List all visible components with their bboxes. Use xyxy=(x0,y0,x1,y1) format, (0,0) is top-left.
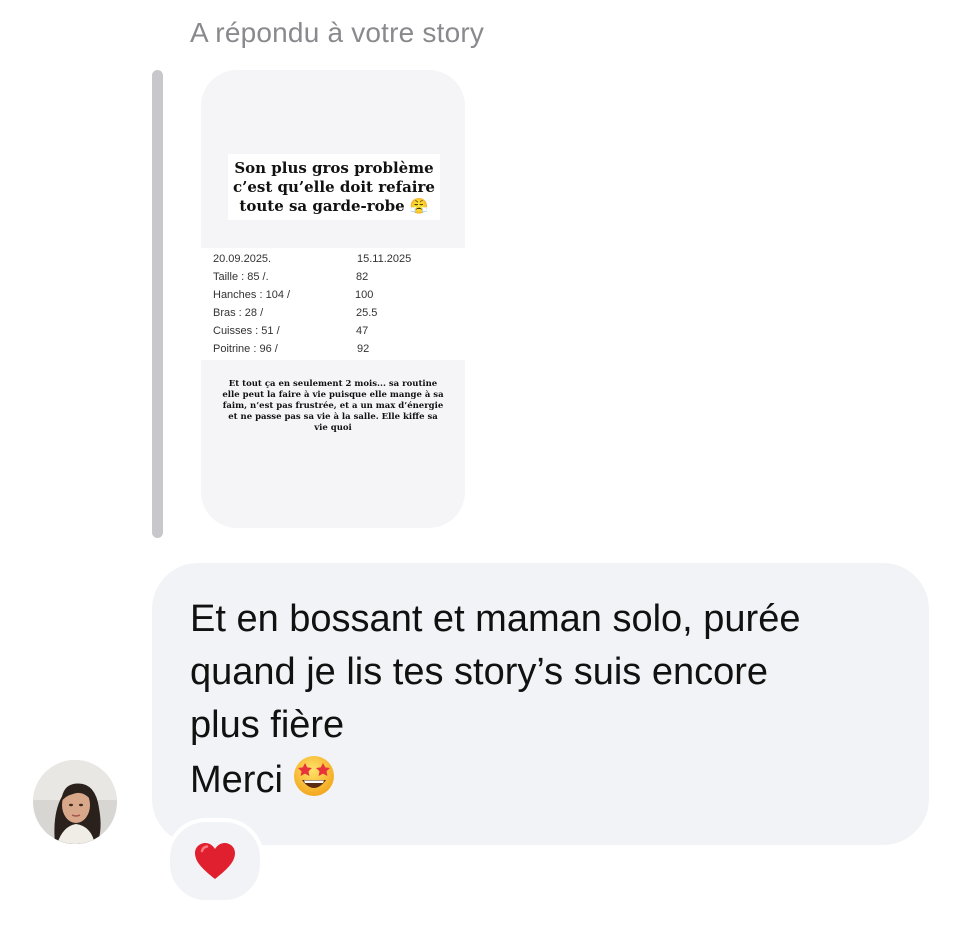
measurement-left: Bras : 28 / xyxy=(213,307,264,319)
star-struck-emoji-icon xyxy=(293,756,334,796)
measurement-right: 92 xyxy=(357,343,370,355)
measurement-row: Cuisses : 51 / 47 xyxy=(201,325,465,343)
message-line: plus fière xyxy=(190,704,345,746)
measurement-right: 100 xyxy=(355,289,374,301)
measurement-row: Taille : 85 /. 82 xyxy=(201,271,465,289)
measurement-row: Poitrine : 96 / 92 xyxy=(201,343,465,361)
measurement-row: Hanches : 104 / 100 xyxy=(201,289,465,307)
reply-indicator-bar xyxy=(152,70,163,538)
message-line: Merci xyxy=(190,759,283,801)
message-line: quand je lis tes story’s suis encore xyxy=(190,651,769,693)
measurement-right: 47 xyxy=(356,325,369,337)
avatar-photo-icon xyxy=(33,760,117,844)
measurement-left: 20.09.2025. xyxy=(213,253,272,265)
reply-context-label: A répondu à votre story xyxy=(190,17,485,48)
measurement-right: 82 xyxy=(356,271,369,283)
message-line: Et en bossant et maman solo, purée xyxy=(190,598,801,640)
measurement-left: Hanches : 104 / xyxy=(213,289,291,301)
story-headline-box: Son plus gros problème c’est qu’elle doi… xyxy=(228,154,440,220)
measurement-left: Cuisses : 51 / xyxy=(213,325,280,337)
message-bubble[interactable]: Et en bossant et maman solo, purée quand… xyxy=(152,563,929,845)
message-text: Et en bossant et maman solo, purée quand… xyxy=(190,593,900,807)
measurement-row: 20.09.2025. 15.11.2025 xyxy=(201,253,465,271)
story-preview-card[interactable]: Son plus gros problème c’est qu’elle doi… xyxy=(201,70,465,528)
story-headline-text: Son plus gros problème c’est qu’elle doi… xyxy=(233,158,435,215)
sender-avatar[interactable] xyxy=(33,760,117,844)
heart-icon xyxy=(195,843,235,879)
message-last-line: Merci xyxy=(190,752,900,807)
measurement-left: Taille : 85 /. xyxy=(213,271,269,283)
measurement-right: 15.11.2025 xyxy=(357,253,412,265)
measurement-row: Bras : 28 / 25.5 xyxy=(201,307,465,325)
story-measurements-table: 20.09.2025. 15.11.2025 Taille : 85 /. 82… xyxy=(201,248,465,360)
measurement-left: Poitrine : 96 / xyxy=(213,343,278,355)
reaction-heart-button[interactable] xyxy=(166,818,264,904)
story-caption-text: Et tout ça en seulement 2 mois... sa rou… xyxy=(222,379,444,433)
measurement-right: 25.5 xyxy=(356,307,378,319)
